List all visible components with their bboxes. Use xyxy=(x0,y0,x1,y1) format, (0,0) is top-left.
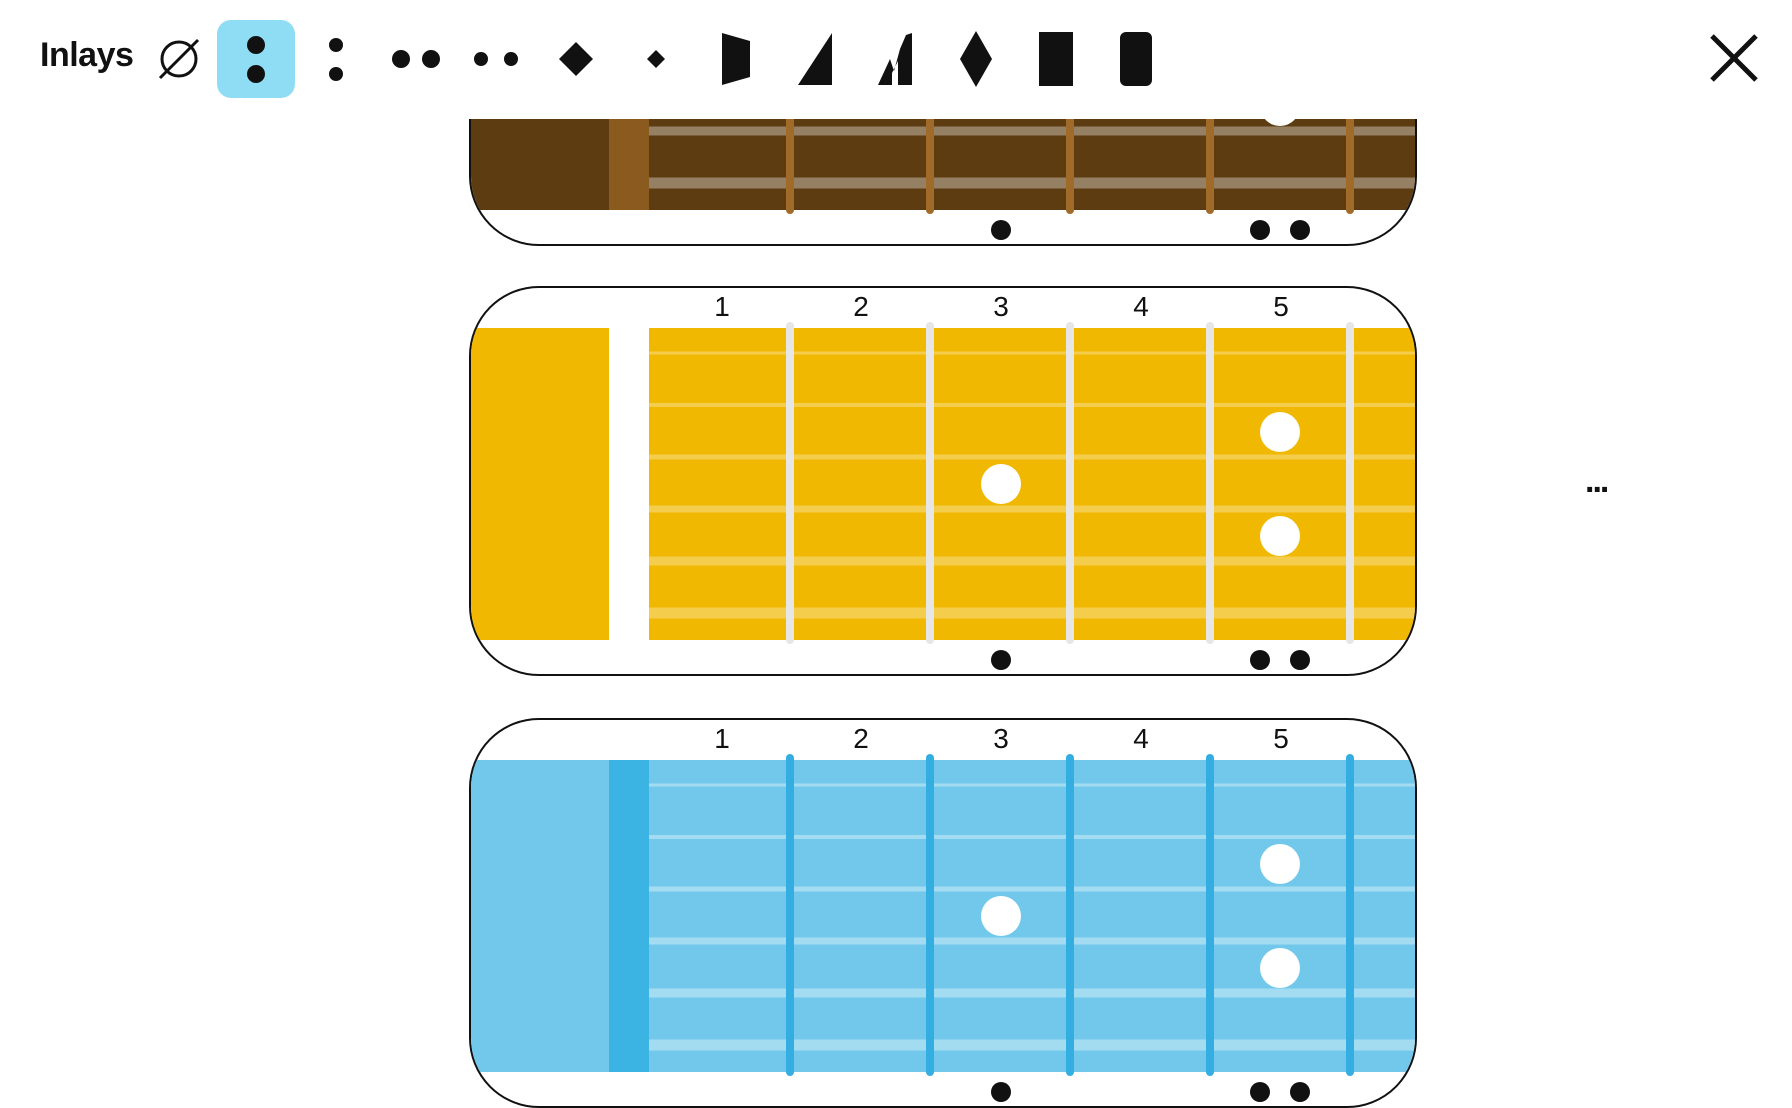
string xyxy=(649,351,1415,355)
side-marker-dot xyxy=(1250,1082,1270,1102)
string xyxy=(649,403,1415,407)
more-options-button[interactable]: ... xyxy=(1585,464,1609,498)
block-icon[interactable] xyxy=(1017,20,1095,98)
side-marker-dot xyxy=(991,650,1011,670)
fret-wire xyxy=(1066,754,1074,1076)
diamond-small-icon[interactable] xyxy=(617,20,695,98)
side-marker-dot xyxy=(1250,650,1270,670)
fret-wire xyxy=(1346,322,1354,644)
string xyxy=(649,177,1415,189)
fret-wire xyxy=(1346,754,1354,1076)
side-marker-dot xyxy=(1290,220,1310,240)
toolbar-title: Inlays xyxy=(40,36,134,74)
fret-number: 4 xyxy=(1133,723,1149,754)
fret-number: 2 xyxy=(853,723,869,754)
none-icon[interactable] xyxy=(140,20,218,98)
string xyxy=(649,783,1415,787)
side-marker-dot xyxy=(991,220,1011,240)
fret-wire xyxy=(786,754,794,1076)
fret-wire xyxy=(926,754,934,1076)
fret-number: 5 xyxy=(1273,291,1289,322)
shark-fin-icon[interactable] xyxy=(777,20,855,98)
side-marker-dot xyxy=(991,1082,1011,1102)
string xyxy=(649,505,1415,513)
double-dot-vertical-small-icon[interactable] xyxy=(297,20,375,98)
inlay-dot xyxy=(1260,948,1300,988)
fret-wire xyxy=(1206,754,1214,1076)
double-dot-horizontal-large-icon[interactable] xyxy=(377,20,455,98)
fret-number: 3 xyxy=(993,723,1009,754)
inlay-dot xyxy=(981,464,1021,504)
side-marker-dot xyxy=(1290,1082,1310,1102)
inlay-dot xyxy=(1260,516,1300,556)
string xyxy=(649,556,1415,566)
string xyxy=(649,937,1415,945)
string xyxy=(649,835,1415,839)
nut xyxy=(609,760,649,1072)
fret-wire xyxy=(1066,322,1074,644)
close-icon[interactable] xyxy=(1704,28,1764,88)
string xyxy=(649,886,1415,892)
inlay-dot xyxy=(1260,844,1300,884)
nut xyxy=(609,328,649,640)
side-marker-dot xyxy=(1290,650,1310,670)
fret-wire xyxy=(926,322,934,644)
fretboard-preview-maple[interactable]: 1 2 3 4 5 xyxy=(469,286,1417,676)
string xyxy=(649,454,1415,460)
double-dot-vertical-large-icon[interactable] xyxy=(217,20,295,98)
fret-number: 5 xyxy=(1273,723,1289,754)
string xyxy=(649,607,1415,619)
rounded-block-icon[interactable] xyxy=(1097,20,1175,98)
fret-wire xyxy=(1206,322,1214,644)
string xyxy=(649,126,1415,136)
double-dot-horizontal-small-icon[interactable] xyxy=(457,20,535,98)
fret-wire xyxy=(786,322,794,644)
inlays-toolbar: Inlays xyxy=(0,0,1792,119)
string xyxy=(649,988,1415,998)
side-marker-dot xyxy=(1250,220,1270,240)
string xyxy=(649,1039,1415,1051)
fret-number: 3 xyxy=(993,291,1009,322)
inlay-dot xyxy=(981,896,1021,936)
fret-number: 1 xyxy=(714,291,730,322)
fretboard-preview-blue[interactable]: 1 2 3 4 5 xyxy=(469,718,1417,1108)
diamond-large-icon[interactable] xyxy=(537,20,615,98)
fret-number: 2 xyxy=(853,291,869,322)
fret-number: 1 xyxy=(714,723,730,754)
fret-number: 4 xyxy=(1133,291,1149,322)
inlay-dot xyxy=(1260,412,1300,452)
split-shark-fin-icon[interactable] xyxy=(857,20,935,98)
trapezoid-icon[interactable] xyxy=(697,20,775,98)
tall-diamond-icon[interactable] xyxy=(937,20,1015,98)
